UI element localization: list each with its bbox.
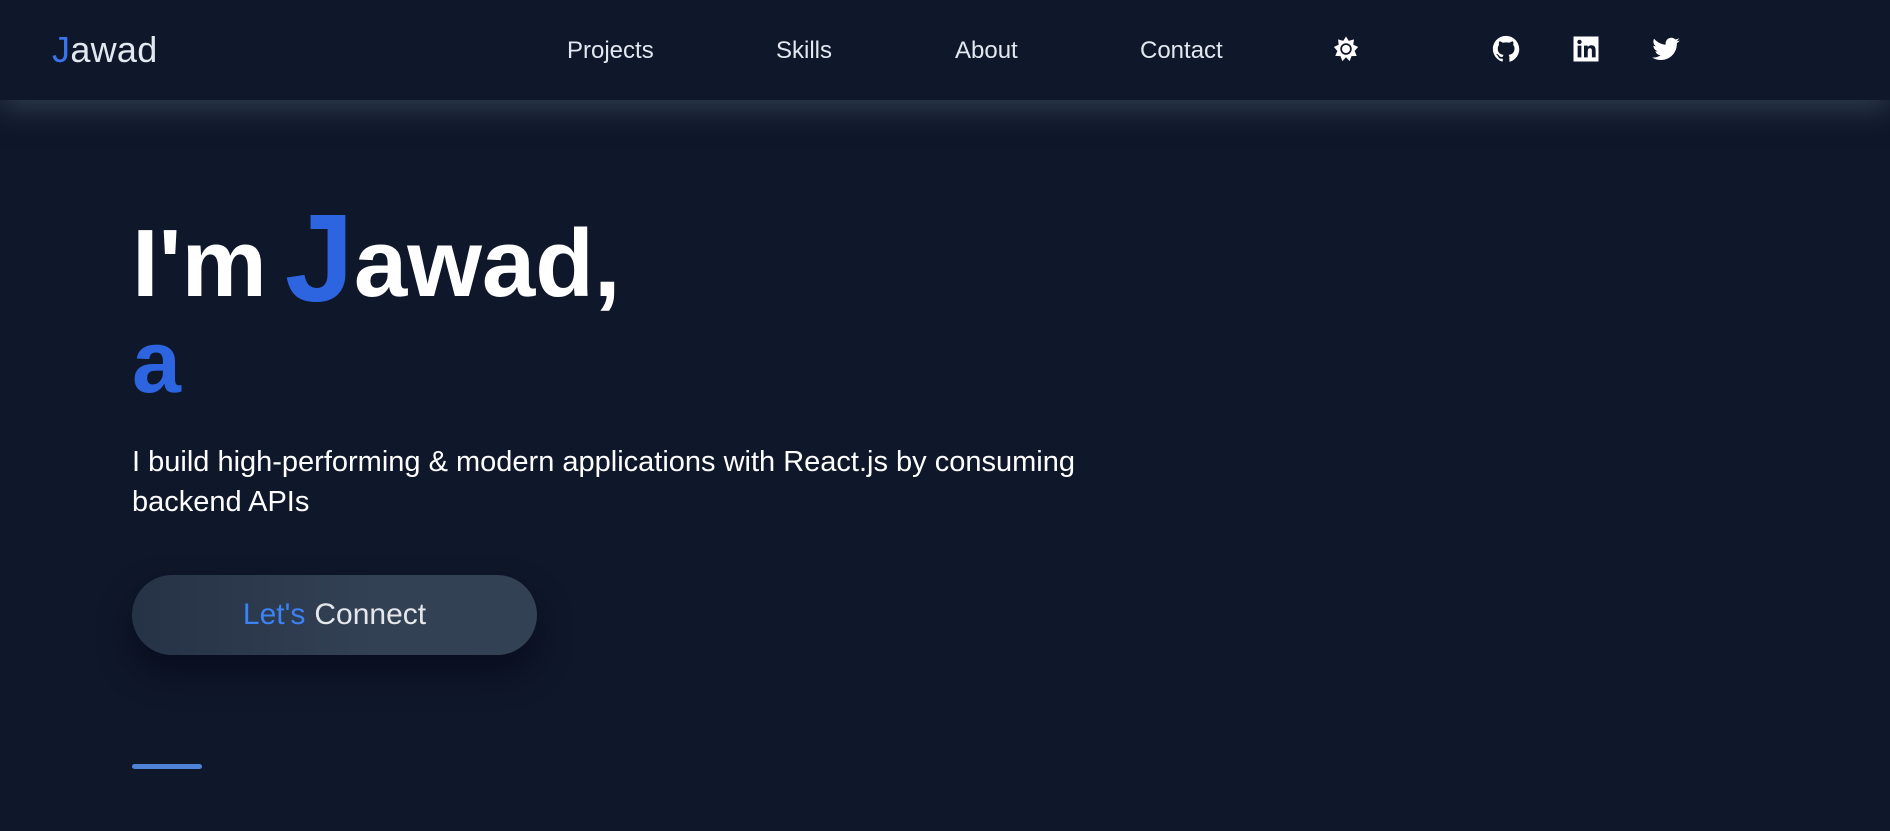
github-icon: [1492, 35, 1520, 62]
sun-icon: [1333, 36, 1359, 62]
cta-label-part2: Connect: [314, 598, 427, 631]
navbar: Jawad Projects Skills About Contact: [0, 0, 1890, 100]
hero-subtitle: I build high-performing & modern applica…: [132, 446, 1075, 518]
hero-role-text: a: [132, 312, 181, 411]
hero-greeting: I'm: [132, 210, 267, 317]
linkedin-icon: [1573, 36, 1599, 62]
nav-link-about[interactable]: About: [955, 37, 1018, 65]
twitter-link[interactable]: [1650, 33, 1682, 65]
hero-name-accent: J: [284, 190, 354, 328]
linkedin-link[interactable]: [1570, 33, 1602, 65]
twitter-icon: [1652, 37, 1680, 60]
theme-toggle-button[interactable]: [1330, 33, 1362, 65]
scroll-indicator: [132, 764, 202, 769]
lets-connect-button[interactable]: Let's Connect: [132, 575, 537, 655]
github-link[interactable]: [1490, 33, 1522, 65]
hero-section: I'm J awad, a I build high-performing & …: [132, 190, 1232, 522]
nav-link-projects[interactable]: Projects: [567, 37, 654, 65]
cta-label-part1: Let's: [242, 598, 306, 631]
hero-name-rest: awad,: [353, 210, 621, 317]
nav-link-skills[interactable]: Skills: [776, 37, 832, 65]
logo-text: awad: [70, 29, 158, 70]
logo[interactable]: Jawad: [52, 29, 158, 71]
hero-heading: I'm J awad,: [132, 190, 1232, 328]
nav-link-contact[interactable]: Contact: [1140, 37, 1223, 65]
logo-accent-letter: J: [52, 29, 71, 70]
